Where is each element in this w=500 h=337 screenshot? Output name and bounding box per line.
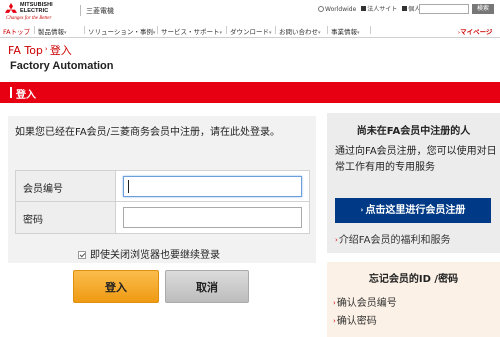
- nav-item-label: お問い合わせ: [279, 28, 318, 36]
- mypage-link[interactable]: ›マイページ: [458, 26, 492, 36]
- section-title: 登入: [16, 90, 36, 101]
- nav-item-service[interactable]: サービス・サポート▾: [161, 26, 222, 36]
- nav-divider: [84, 26, 85, 34]
- nav-item-products[interactable]: 製品情報▾: [38, 26, 67, 36]
- benefits-link-label: 介绍FA会员的福利和服务: [338, 235, 451, 246]
- remember-label: 即使关闭浏览器也要继续登录: [90, 250, 220, 261]
- login-button[interactable]: 登入: [73, 270, 159, 303]
- section-marker: [10, 87, 12, 98]
- site-title: Factory Automation: [10, 60, 114, 72]
- nav-item-label: ダウンロード: [230, 28, 269, 36]
- member-id-label: 会员编号: [16, 171, 116, 201]
- nav-divider: [34, 26, 35, 34]
- member-id-input[interactable]: [123, 176, 302, 197]
- company-name: 三菱電機: [86, 7, 114, 15]
- square-bullet-icon: [361, 6, 367, 11]
- nav-item-download[interactable]: ダウンロード▾: [230, 26, 272, 36]
- global-nav: FAトップ 製品情報▾ ソリューション・事例▾ サービス・サポート▾ ダウンロー…: [0, 25, 500, 36]
- section-header: 登入: [0, 82, 500, 103]
- mitsubishi-logo[interactable]: MITSUBISHI ELECTRIC Changes for the Bette…: [4, 2, 76, 22]
- nav-item-business[interactable]: 事業情報▾: [331, 26, 360, 36]
- confirm-password-link[interactable]: ›确认密码: [333, 312, 377, 327]
- nav-item-solutions[interactable]: ソリューション・事例▾: [88, 26, 155, 36]
- chevron-down-icon: ▾: [318, 30, 321, 36]
- nav-divider-line: [0, 37, 500, 38]
- nav-item-label: 製品情報: [38, 28, 64, 36]
- square-bullet-icon: [402, 6, 408, 11]
- corporate-site-link[interactable]: 法人サイト: [367, 6, 397, 13]
- chevron-down-icon: ▾: [219, 30, 223, 36]
- member-id-row: 会员编号: [16, 171, 309, 202]
- chevron-down-icon: ▾: [152, 30, 156, 36]
- chevron-down-icon: ▾: [64, 30, 67, 36]
- confirm-password-label: 确认密码: [336, 316, 377, 327]
- register-button[interactable]: › 点击这里进行会员注册: [335, 198, 491, 223]
- breadcrumb-home-link[interactable]: FA Top: [8, 44, 43, 57]
- remember-checkbox[interactable]: [78, 251, 86, 259]
- chevron-down-icon: ▾: [357, 30, 360, 36]
- globe-icon: [318, 6, 324, 12]
- breadcrumb-current: 登入: [49, 44, 72, 57]
- nav-item-label: サービス・サポート: [161, 28, 220, 36]
- chevron-right-icon: ›: [333, 317, 336, 325]
- breadcrumb-separator-icon: ›: [44, 45, 48, 53]
- header: MITSUBISHI ELECTRIC Changes for the Bette…: [0, 0, 500, 22]
- login-intro-text: 如果您已经在FA会员/三菱商务会员中注册，请在此处登录。: [15, 127, 281, 138]
- logo-slogan: Changes for the Better: [6, 16, 52, 21]
- confirm-member-id-link[interactable]: ›确认会员编号: [333, 294, 397, 309]
- nav-divider: [370, 26, 371, 34]
- chevron-down-icon: ▾: [269, 30, 272, 36]
- benefits-link[interactable]: ›介绍FA会员的福利和服务: [335, 231, 451, 246]
- password-label: 密码: [16, 202, 116, 233]
- three-diamonds-icon: [5, 3, 17, 13]
- login-form: 会员编号 密码: [15, 170, 310, 234]
- register-title: 尚未在FA会员中注册的人: [356, 126, 471, 137]
- text-caret: [128, 180, 129, 193]
- confirm-member-id-label: 确认会员编号: [336, 298, 397, 309]
- register-button-label: 点击这里进行会员注册: [365, 205, 466, 216]
- nav-divider: [157, 26, 158, 34]
- logo-wordmark: MITSUBISHI ELECTRIC: [20, 2, 53, 14]
- chevron-right-icon: ›: [333, 299, 336, 307]
- search-input[interactable]: [419, 4, 469, 14]
- register-panel: 尚未在FA会员中注册的人 通过向FA会员注册，您可以使用对日常工作有用的专用服务…: [327, 113, 500, 253]
- mypage-label: マイページ: [460, 28, 493, 36]
- worldwide-link[interactable]: Worldwide: [325, 6, 356, 13]
- nav-item-fa-top[interactable]: FAトップ: [3, 26, 30, 36]
- nav-divider: [275, 26, 276, 34]
- forgot-title: 忘记会员的ID /密码: [368, 274, 459, 285]
- remember-login[interactable]: 即使关闭浏览器也要继续登录: [78, 246, 220, 261]
- search-button[interactable]: 検索: [472, 4, 494, 14]
- breadcrumb: FA Top › 登入: [8, 42, 72, 58]
- nav-divider: [327, 26, 328, 34]
- nav-item-label: 事業情報: [331, 28, 357, 36]
- chevron-right-icon: ›: [335, 236, 338, 244]
- login-panel: 如果您已经在FA会员/三菱商务会员中注册，请在此处登录。 会员编号 密码: [8, 116, 316, 263]
- nav-divider: [226, 26, 227, 34]
- nav-item-contact[interactable]: お問い合わせ▾: [279, 26, 321, 36]
- password-input[interactable]: [123, 207, 302, 228]
- chevron-right-icon: ›: [360, 206, 364, 214]
- header-divider: [80, 5, 81, 16]
- password-row: 密码: [16, 202, 309, 233]
- nav-item-label: ソリューション・事例: [88, 28, 153, 36]
- cancel-button[interactable]: 取消: [165, 270, 249, 303]
- forgot-panel: 忘记会员的ID /密码 ›确认会员编号 ›确认密码: [327, 262, 500, 337]
- register-description: 通过向FA会员注册，您可以使用对日常工作有用的专用服务: [335, 146, 497, 173]
